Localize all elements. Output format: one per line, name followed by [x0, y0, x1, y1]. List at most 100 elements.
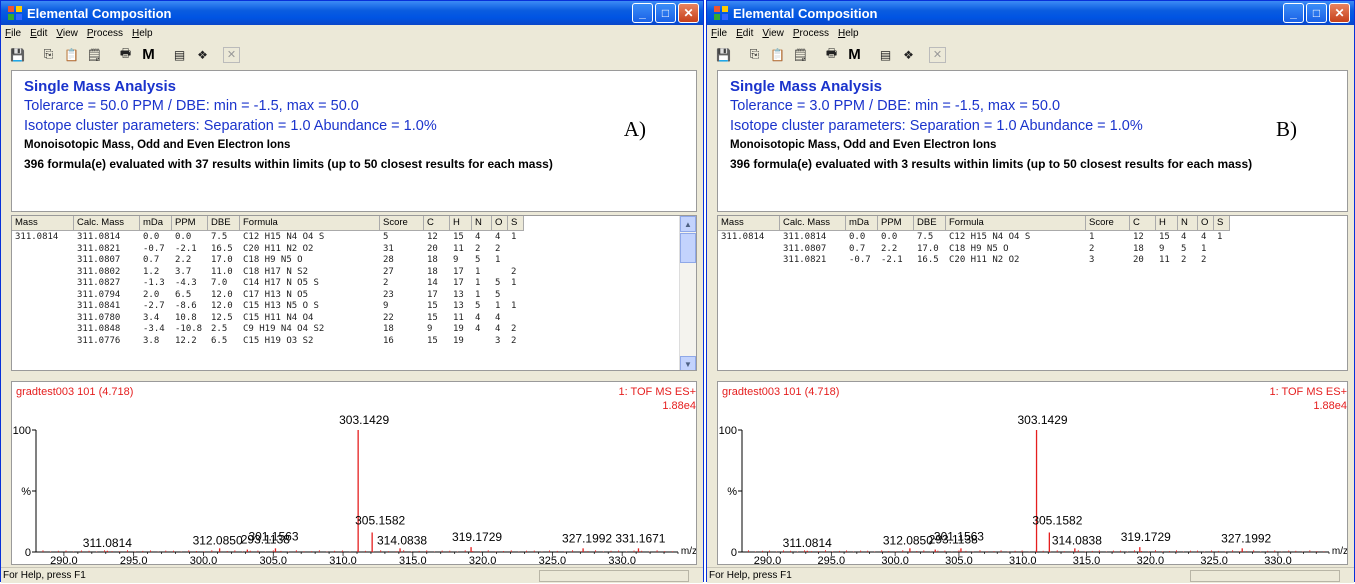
close-button[interactable]: ✕: [678, 3, 699, 23]
mass-icon[interactable]: M: [844, 45, 865, 65]
copy-icon[interactable]: ⎘: [744, 45, 765, 65]
cell-col-calc-mass: 311.0807: [77, 255, 121, 265]
cell-col-score: 18: [383, 324, 394, 334]
header-col-s[interactable]: S: [508, 216, 524, 231]
header-col-formula[interactable]: Formula: [946, 216, 1086, 231]
cell-col-c: 15: [427, 335, 438, 346]
header-col-mass[interactable]: Mass: [12, 216, 74, 231]
table-row[interactable]: 311.0794 2.0 6.5 12.0 C17 H13 N O5 23 17 13 1 5: [12, 290, 524, 302]
table-row[interactable]: 311.0807 0.7 2.2 17.0 C18 H9 N5 O 2 18 9 5 1: [718, 244, 1230, 256]
cell-col-dbe: 7.0: [211, 278, 228, 288]
header-col-mass[interactable]: Mass: [718, 216, 780, 231]
header-col-s[interactable]: S: [1214, 216, 1230, 231]
menu-help[interactable]: Help: [838, 28, 859, 39]
table-row[interactable]: 311.0821 -0.7 -2.1 16.5 C20 H11 N2 O2 31 20 11 2…: [12, 244, 524, 256]
save-icon[interactable]: 💾: [7, 45, 28, 65]
panel-label: A): [623, 117, 646, 141]
minimize-button[interactable]: _: [1283, 3, 1304, 23]
header-col-c[interactable]: C: [1130, 216, 1156, 231]
minimize-button[interactable]: _: [632, 3, 653, 23]
header-col-h[interactable]: H: [1156, 216, 1178, 231]
periodic-table-icon[interactable]: ❖: [898, 45, 919, 65]
menu-help[interactable]: Help: [132, 28, 153, 39]
copy-icon[interactable]: ⎘: [38, 45, 59, 65]
paste-icon[interactable]: 📋: [61, 45, 82, 65]
cancel-icon[interactable]: ✕: [929, 46, 946, 63]
cell-col-mda: -2.7: [143, 301, 165, 311]
header-col-dbe[interactable]: DBE: [208, 216, 240, 231]
list-icon[interactable]: ▤: [169, 45, 190, 65]
table-row[interactable]: 311.0802 1.2 3.7 11.0 C18 H17 N S2 27 18 17 1 2: [12, 267, 524, 279]
cell-col-mda: 0.7: [143, 255, 160, 265]
menu-edit[interactable]: Edit: [736, 28, 753, 39]
table-row[interactable]: 311.0814 311.0814 0.0 0.0 7.5 C12 H15 N4 O4 S…: [12, 232, 524, 244]
table-row[interactable]: 311.0776 3.8 12.2 6.5 C15 H19 O3 S2 16 15 19 3 2: [12, 336, 524, 348]
menu-edit[interactable]: Edit: [30, 28, 47, 39]
header-col-formula[interactable]: Formula: [240, 216, 380, 231]
list-icon[interactable]: ▤: [875, 45, 896, 65]
table-row[interactable]: 311.0780 3.4 10.8 12.5 C15 H11 N4 O4 22 15 11 4 4: [12, 313, 524, 325]
results-table: Mass Calc. Mass mDa PPM DBE Formula Score C H N O S…: [717, 215, 1348, 371]
menu-view[interactable]: View: [762, 28, 784, 39]
table-row[interactable]: 311.0821 -0.7 -2.1 16.5 C20 H11 N2 O2 3 20 11 2 2: [718, 255, 1230, 267]
header-col-score[interactable]: Score: [1086, 216, 1130, 231]
maximize-button[interactable]: □: [655, 3, 676, 23]
scroll-thumb[interactable]: [680, 233, 696, 263]
cell-col-dbe: 6.5: [211, 335, 228, 346]
print-icon[interactable]: 🖶: [115, 45, 136, 65]
scroll-down-icon[interactable]: ▼: [680, 356, 696, 370]
header-col-o[interactable]: O: [492, 216, 508, 231]
paste-icon[interactable]: 📋: [767, 45, 788, 65]
close-button[interactable]: ✕: [1329, 3, 1350, 23]
cell-col-calc-mass: 311.0827: [77, 278, 121, 288]
header-col-n[interactable]: N: [1178, 216, 1198, 231]
menu-file[interactable]: File: [711, 28, 727, 39]
cell-col-n: 5: [1181, 243, 1187, 254]
header-col-calc-mass[interactable]: Calc. Mass: [74, 216, 140, 231]
cell-col-formula: C15 H11 N4 O4: [243, 312, 314, 323]
header-col-score[interactable]: Score: [380, 216, 424, 231]
table-row[interactable]: 311.0827 -1.3 -4.3 7.0 C14 H17 N O5 S 2 14 17 1 5…: [12, 278, 524, 290]
peak-label: 301.1563: [248, 529, 298, 543]
properties-icon[interactable]: 🗒: [790, 45, 811, 65]
cell-col-formula: C18 H17 N S2: [243, 266, 309, 277]
title-bar[interactable]: Elemental Composition _ □ ✕: [707, 1, 1354, 25]
header-col-o[interactable]: O: [1198, 216, 1214, 231]
print-icon[interactable]: 🖶: [821, 45, 842, 65]
cell-col-mda: -0.7: [143, 243, 165, 254]
table-row[interactable]: 311.0841 -2.7 -8.6 12.0 C15 H13 N5 O S 9 15 13 5…: [12, 301, 524, 313]
table-row[interactable]: 311.0848 -3.4 -10.8 2.5 C9 H19 N4 O4 S2 18 9 19…: [12, 324, 524, 336]
menu-process[interactable]: Process: [87, 28, 123, 39]
save-icon[interactable]: 💾: [713, 45, 734, 65]
header-col-h[interactable]: H: [450, 216, 472, 231]
menu-process[interactable]: Process: [793, 28, 829, 39]
properties-icon[interactable]: 🗒: [84, 45, 105, 65]
header-col-mda[interactable]: mDa: [846, 216, 878, 231]
cell-col-mda: 2.0: [143, 289, 160, 300]
menu-file[interactable]: File: [5, 28, 21, 39]
menu-view[interactable]: View: [56, 28, 78, 39]
cell-col-ppm: 12.2: [175, 335, 197, 346]
header-col-ppm[interactable]: PPM: [878, 216, 914, 231]
cell-col-calc-mass: 311.0776: [77, 335, 121, 346]
header-col-c[interactable]: C: [424, 216, 450, 231]
header-col-n[interactable]: N: [472, 216, 492, 231]
window-a: Elemental Composition _ □ ✕ File Edit Vi…: [0, 0, 704, 583]
scroll-up-icon[interactable]: ▲: [680, 216, 696, 232]
cancel-icon[interactable]: ✕: [223, 46, 240, 63]
maximize-button[interactable]: □: [1306, 3, 1327, 23]
table-row[interactable]: 311.0807 0.7 2.2 17.0 C18 H9 N5 O 28 18 9 5 1: [12, 255, 524, 267]
header-col-calc-mass[interactable]: Calc. Mass: [780, 216, 846, 231]
cell-col-dbe: 12.5: [211, 312, 233, 323]
periodic-table-icon[interactable]: ❖: [192, 45, 213, 65]
header-col-dbe[interactable]: DBE: [914, 216, 946, 231]
vertical-scrollbar[interactable]: ▲ ▼: [679, 216, 696, 370]
header-col-mda[interactable]: mDa: [140, 216, 172, 231]
title-bar[interactable]: Elemental Composition _ □ ✕: [1, 1, 703, 25]
cell-col-score: 31: [383, 243, 394, 254]
mass-icon[interactable]: M: [138, 45, 159, 65]
table-header: Mass Calc. Mass mDa PPM DBE Formula Score C H N O S: [718, 216, 1230, 231]
peak-label: 311.0814: [83, 536, 132, 550]
header-col-ppm[interactable]: PPM: [172, 216, 208, 231]
table-row[interactable]: 311.0814 311.0814 0.0 0.0 7.5 C12 H15 N4 O4 S…: [718, 232, 1230, 244]
